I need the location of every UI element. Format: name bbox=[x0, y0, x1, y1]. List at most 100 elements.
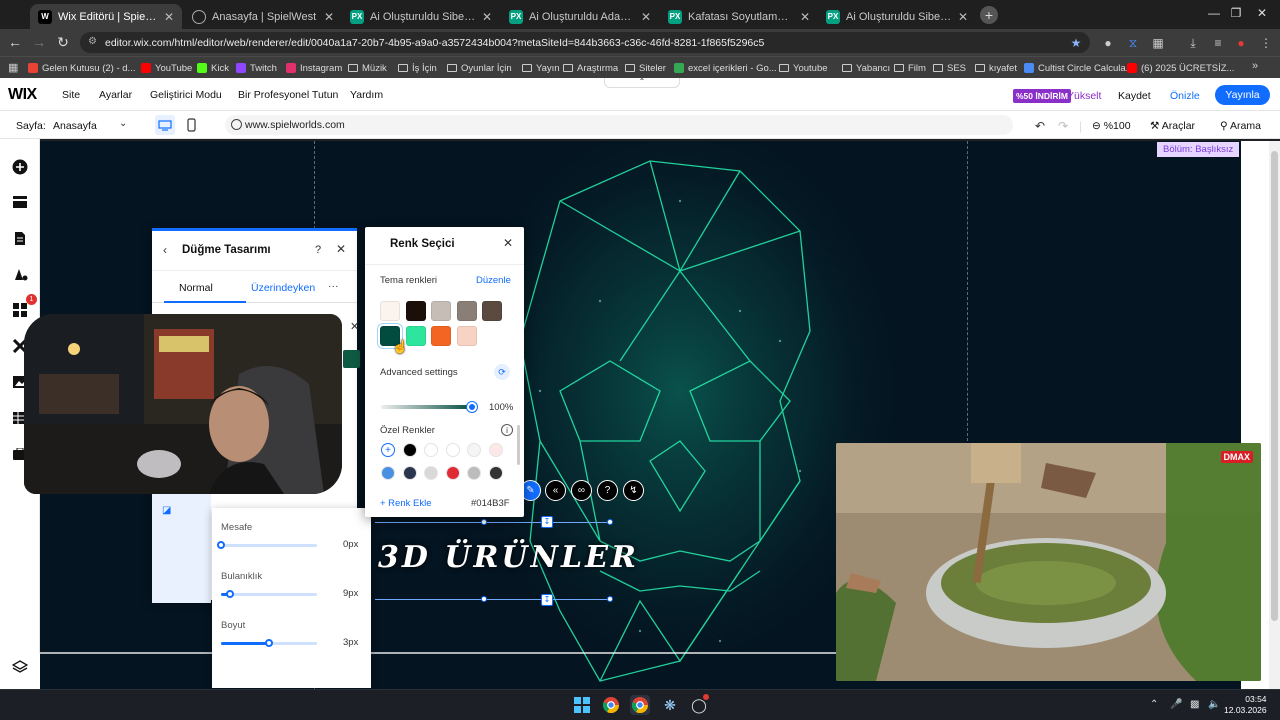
close-window-icon[interactable]: ✕ bbox=[1251, 6, 1273, 20]
animation-icon[interactable]: « bbox=[545, 480, 566, 501]
page-select[interactable]: Anasayfa bbox=[53, 120, 97, 132]
slider-knob[interactable] bbox=[265, 639, 273, 647]
custom-colors-scrollbar[interactable] bbox=[517, 425, 520, 465]
pages-icon[interactable] bbox=[12, 230, 28, 246]
custom-color-swatch[interactable] bbox=[488, 443, 503, 457]
slider-track[interactable] bbox=[221, 639, 317, 647]
playlist-icon[interactable]: ≡ bbox=[1210, 36, 1226, 50]
bookmark-item[interactable]: SES bbox=[933, 60, 966, 76]
address-bar[interactable]: ⚙ editor.wix.com/html/editor/web/rendere… bbox=[80, 32, 1090, 53]
windows-start-icon[interactable] bbox=[572, 695, 592, 715]
bookmark-item[interactable]: Araştırma bbox=[563, 60, 618, 76]
new-tab-button[interactable]: + bbox=[980, 6, 998, 24]
connect-icon[interactable]: ↯ bbox=[623, 480, 644, 501]
profile-icon[interactable]: ● bbox=[1233, 36, 1249, 50]
wix-logo[interactable]: WIX bbox=[8, 86, 37, 104]
system-clock[interactable]: 03:54 12.03.2026 bbox=[1224, 694, 1267, 716]
slider-knob[interactable] bbox=[217, 541, 225, 549]
bookmark-item[interactable]: excel içerikleri - Go... bbox=[674, 60, 777, 76]
theme-color-swatch[interactable] bbox=[380, 301, 400, 321]
scrollbar-thumb[interactable] bbox=[1271, 151, 1278, 621]
add-custom-color-icon[interactable]: + bbox=[381, 443, 395, 457]
close-tab-icon[interactable]: ✕ bbox=[958, 10, 968, 24]
reload-icon[interactable]: ↻ bbox=[54, 34, 72, 51]
close-icon[interactable]: ✕ bbox=[503, 236, 513, 250]
browser-tab[interactable]: PX Ai Oluşturuldu Siberpunk Şehir ✕ bbox=[342, 4, 500, 29]
theme-color-swatch[interactable] bbox=[431, 301, 451, 321]
zoom-control[interactable]: ⊖ %100 bbox=[1092, 120, 1131, 132]
bookmark-item[interactable]: Youtube bbox=[779, 60, 828, 76]
forward-icon[interactable]: → bbox=[30, 34, 48, 50]
custom-color-swatch[interactable] bbox=[445, 443, 460, 457]
canvas-scrollbar[interactable] bbox=[1269, 141, 1280, 689]
browser-tab[interactable]: PX Kafatası Soyutlama Neon Işık - ✕ bbox=[660, 4, 818, 29]
slider-value[interactable]: 0px bbox=[343, 539, 358, 550]
app-network-icon[interactable]: ❋ bbox=[660, 695, 680, 715]
menu-site[interactable]: Site bbox=[62, 89, 80, 101]
stretch-icon[interactable]: ↧ bbox=[541, 516, 553, 528]
theme-color-swatch[interactable] bbox=[456, 301, 477, 321]
close-tab-icon[interactable]: ✕ bbox=[641, 10, 651, 24]
close-tab-icon[interactable]: ✕ bbox=[482, 10, 492, 24]
download-icon[interactable]: ⤓ bbox=[1185, 36, 1201, 51]
custom-color-swatch[interactable] bbox=[402, 443, 417, 457]
tray-expand-icon[interactable]: ⌃ bbox=[1150, 699, 1158, 710]
menu-hire-pro[interactable]: Bir Profesyonel Tutun bbox=[238, 89, 338, 101]
bookmark-item[interactable]: Siteler bbox=[625, 60, 666, 76]
tab-hover[interactable]: Üzerindeyken bbox=[251, 282, 315, 294]
stretch-bottom-icon[interactable]: ↧ bbox=[541, 594, 553, 606]
search-button[interactable]: ⚲ Arama bbox=[1220, 120, 1261, 132]
custom-color-swatch[interactable] bbox=[424, 443, 438, 457]
upgrade-link[interactable]: Yükselt bbox=[1067, 90, 1101, 102]
design-icon[interactable] bbox=[12, 266, 28, 282]
custom-color-swatch[interactable] bbox=[381, 466, 395, 480]
resize-handle-top-right[interactable] bbox=[607, 519, 613, 525]
heading-3d-urunler[interactable]: 3D ÜRÜNLER bbox=[378, 540, 639, 575]
undo-icon[interactable]: ↶ bbox=[1035, 119, 1045, 133]
back-icon[interactable]: ← bbox=[6, 34, 24, 50]
maximize-icon[interactable]: ❐ bbox=[1225, 6, 1247, 20]
slider-track[interactable] bbox=[221, 590, 317, 598]
extension-circle-icon[interactable]: ● bbox=[1100, 36, 1116, 50]
close-tab-icon[interactable]: ✕ bbox=[800, 10, 810, 24]
more-options-icon[interactable]: ··· bbox=[328, 280, 339, 292]
browser-tab[interactable]: PX Ai Oluşturuldu Siber Neon Gec ✕ bbox=[818, 4, 976, 29]
theme-color-swatch[interactable] bbox=[482, 301, 502, 321]
hex-value[interactable]: #014B3F bbox=[471, 498, 510, 509]
bookmark-item[interactable]: Oyunlar İçin bbox=[447, 60, 512, 76]
add-elements-icon[interactable] bbox=[12, 159, 28, 175]
browser-tab[interactable]: Anasayfa | SpielWest ✕ bbox=[184, 4, 342, 29]
custom-color-swatch[interactable] bbox=[467, 443, 481, 457]
apps-icon[interactable] bbox=[12, 302, 28, 318]
bookmark-item[interactable]: Gelen Kutusu (2) - d... bbox=[28, 60, 135, 76]
bookmark-item[interactable]: YouTube bbox=[141, 60, 192, 76]
bookmark-item[interactable]: Kick bbox=[197, 60, 229, 76]
opacity-slider[interactable] bbox=[381, 405, 473, 409]
collapse-topbar-handle[interactable]: ⌃ bbox=[604, 78, 680, 88]
help-button[interactable]: ? bbox=[315, 244, 321, 256]
close-icon[interactable]: ✕ bbox=[336, 242, 346, 256]
slider-value[interactable]: 9px bbox=[343, 588, 358, 599]
bookmark-item[interactable]: Yayın bbox=[522, 60, 560, 76]
slider-knob[interactable] bbox=[225, 590, 234, 598]
link-icon[interactable]: ∞ bbox=[571, 480, 592, 501]
chevron-down-icon[interactable]: ⌄ bbox=[119, 118, 127, 129]
custom-color-swatch[interactable] bbox=[445, 466, 460, 480]
help-icon[interactable]: ? bbox=[597, 480, 618, 501]
info-icon[interactable]: i bbox=[501, 424, 513, 436]
bookmark-item[interactable]: kıyafet bbox=[975, 60, 1017, 76]
advanced-settings-label[interactable]: Advanced settings bbox=[380, 367, 458, 378]
save-button[interactable]: Kaydet bbox=[1118, 90, 1151, 102]
more-bookmarks-icon[interactable]: » bbox=[1252, 60, 1258, 72]
apps-grid-icon[interactable]: ▦ bbox=[8, 61, 18, 74]
tools-button[interactable]: ⚒ Araçlar bbox=[1150, 120, 1195, 132]
browser-tab[interactable]: PX Ai Oluşturuldu Adam Binalar - ✕ bbox=[501, 4, 659, 29]
site-info-icon[interactable]: ⚙ bbox=[88, 36, 100, 48]
custom-color-swatch[interactable] bbox=[424, 466, 438, 480]
site-url-field[interactable]: www.spielworlds.com bbox=[225, 115, 1013, 135]
mobile-view-icon[interactable] bbox=[185, 116, 197, 134]
bookmark-item[interactable]: Yabancı bbox=[842, 60, 890, 76]
redo-icon[interactable]: ↷ bbox=[1058, 119, 1068, 133]
bookmark-item[interactable]: Film bbox=[894, 60, 926, 76]
sale-badge[interactable]: %50 İNDİRİM bbox=[1013, 89, 1071, 103]
